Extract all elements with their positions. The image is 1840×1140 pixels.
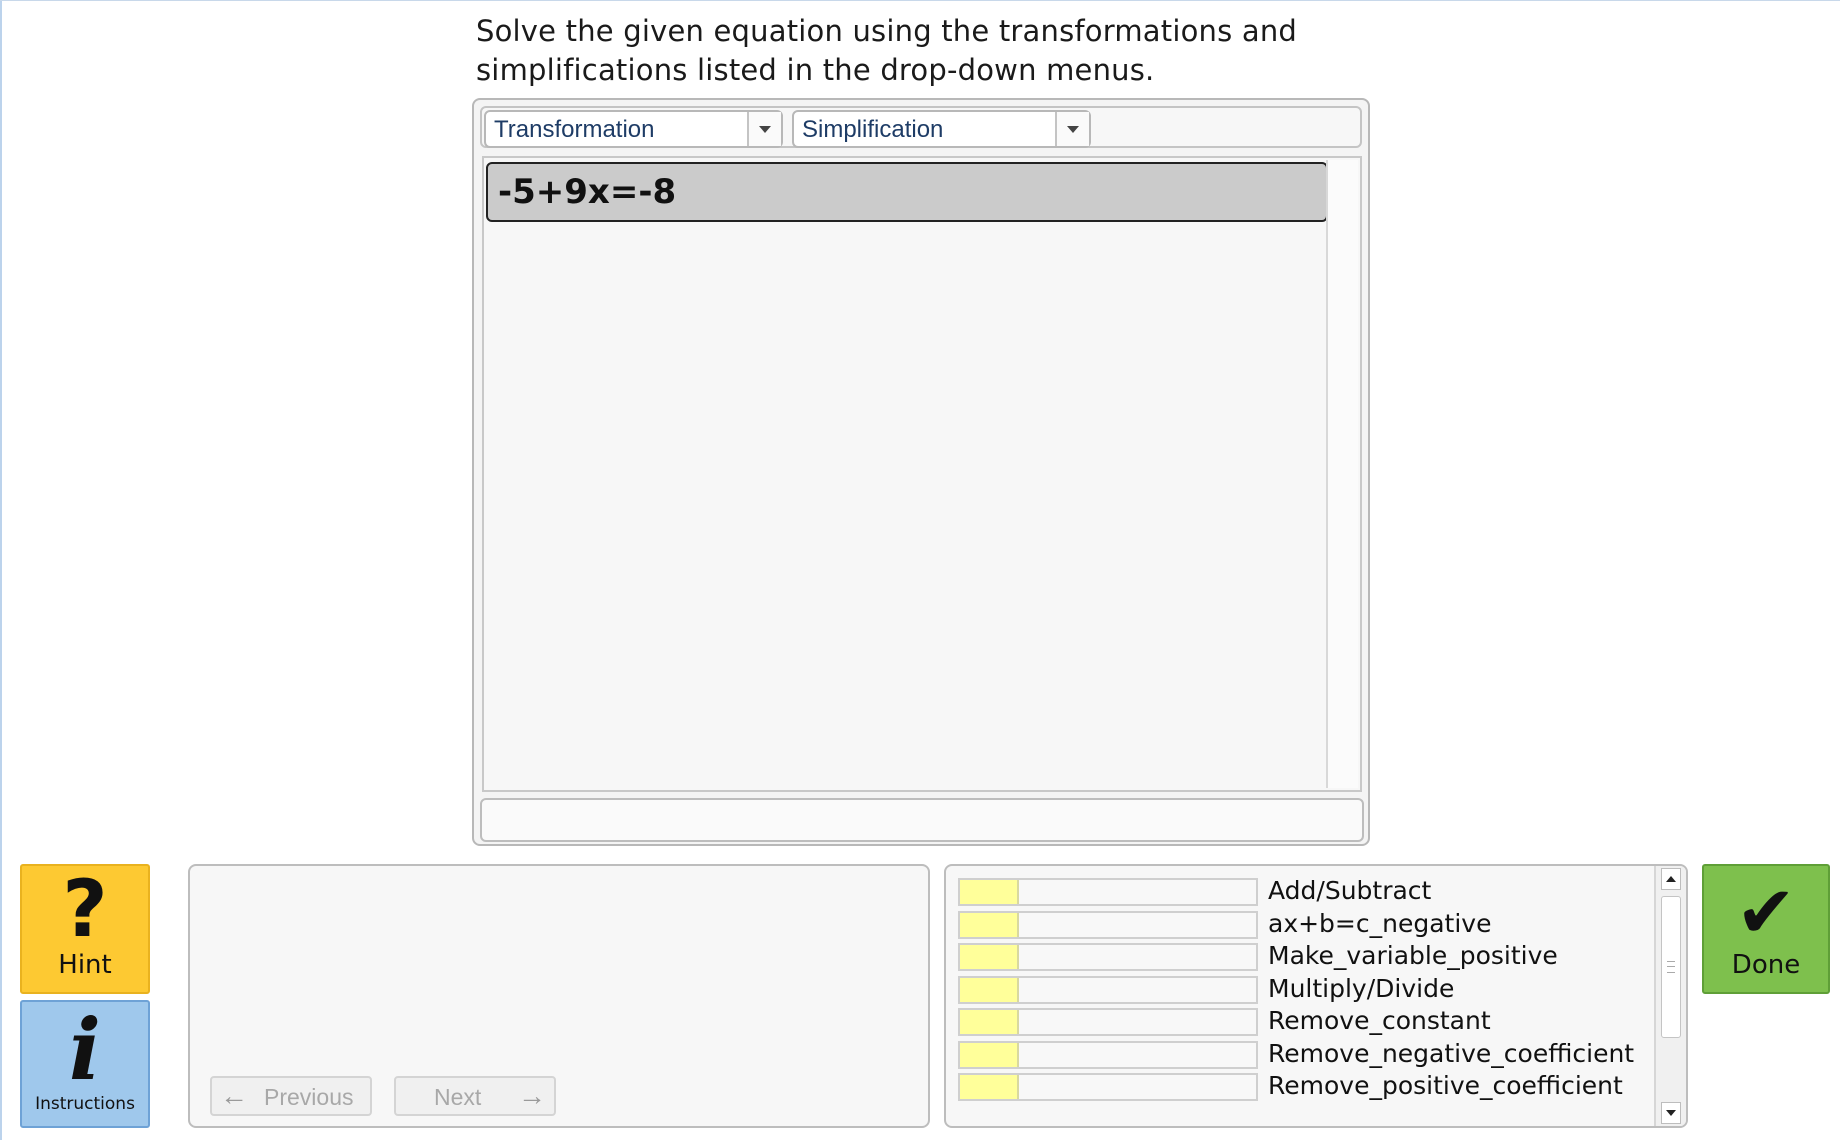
instructions-label: Instructions (35, 1094, 135, 1114)
simplification-dropdown-label: Simplification (802, 116, 944, 143)
skill-progress-fill (960, 912, 1020, 937)
skill-row: Remove_positive_coefficient (958, 1067, 1638, 1105)
skill-progress-bar (958, 1040, 1258, 1069)
grip-icon (1667, 961, 1675, 973)
transformation-dropdown[interactable]: Transformation (484, 110, 783, 148)
hint-feedback-panel: ← Previous Next → (188, 864, 930, 1128)
next-label: Next (434, 1084, 482, 1110)
instructions-button[interactable]: i Instructions (20, 1000, 150, 1128)
skill-progress-fill (960, 1075, 1020, 1099)
previous-label: Previous (264, 1084, 354, 1110)
skill-name: Add/Subtract (1268, 876, 1432, 905)
instructions-line-2: simplifications listed in the drop-down … (476, 53, 1155, 87)
skill-name: Remove_negative_coefficient (1268, 1038, 1635, 1068)
skill-name: ax+b=c_negative (1268, 908, 1492, 938)
skill-progress-bar (958, 975, 1258, 1004)
skill-name: Remove_positive_coefficient (1268, 1071, 1623, 1100)
skill-progress-bar (958, 943, 1258, 971)
question-mark-icon: ? (62, 865, 108, 955)
skill-progress-fill (960, 1042, 1020, 1067)
skill-progress-bar (958, 1008, 1258, 1036)
transformation-dropdown-label: Transformation (494, 116, 655, 143)
chevron-down-icon[interactable] (1055, 112, 1089, 146)
problem-instructions: Solve the given equation using the trans… (476, 12, 1376, 90)
message-bar (480, 798, 1364, 842)
skill-progress-fill (960, 1010, 1020, 1034)
hint-button[interactable]: ? Hint (20, 864, 150, 994)
skills-scrollbar[interactable] (1654, 866, 1686, 1126)
scroll-up-arrow-icon[interactable] (1661, 868, 1681, 890)
hint-label: Hint (58, 950, 112, 980)
simplification-dropdown[interactable]: Simplification (792, 110, 1091, 148)
skill-name: Make_variable_positive (1268, 941, 1558, 970)
chevron-down-icon[interactable] (747, 112, 781, 146)
skill-progress-fill (960, 880, 1020, 904)
arrow-right-icon: → (518, 1080, 546, 1111)
next-button[interactable]: Next → (394, 1076, 556, 1116)
done-button[interactable]: ✔ Done (1702, 864, 1830, 994)
equation-text: -5+9x=-8 (498, 172, 677, 212)
arrow-left-icon: ← (220, 1080, 248, 1111)
page-top-border (0, 0, 1840, 1)
skill-name: Multiply/Divide (1268, 973, 1455, 1003)
work-area-scrollbar[interactable] (1326, 160, 1358, 788)
checkmark-icon: ✔ (1735, 870, 1797, 954)
skill-progress-bar (958, 878, 1258, 906)
page-left-border (0, 0, 2, 1140)
done-label: Done (1731, 950, 1801, 980)
dropdown-toolbar: Transformation Simplification (480, 106, 1362, 148)
equation-row[interactable]: -5+9x=-8 (486, 162, 1328, 222)
previous-button[interactable]: ← Previous (210, 1076, 372, 1116)
scroll-down-arrow-icon[interactable] (1661, 1102, 1681, 1124)
skill-name: Remove_constant (1268, 1006, 1491, 1035)
work-area: -5+9x=-8 (482, 156, 1362, 792)
skill-progress-bar (958, 910, 1258, 939)
skill-progress-fill (960, 945, 1020, 969)
info-icon: i (69, 1000, 101, 1099)
skill-progress-fill (960, 977, 1020, 1002)
skill-meter-panel: Add/Subtract ax+b=c_negative Make_variable… (944, 864, 1688, 1128)
equation-solver-panel: Transformation Simplification -5+9x=-8 (472, 98, 1370, 846)
scroll-thumb[interactable] (1661, 896, 1681, 1038)
skill-progress-bar (958, 1073, 1258, 1101)
instructions-line-1: Solve the given equation using the trans… (476, 14, 1298, 48)
